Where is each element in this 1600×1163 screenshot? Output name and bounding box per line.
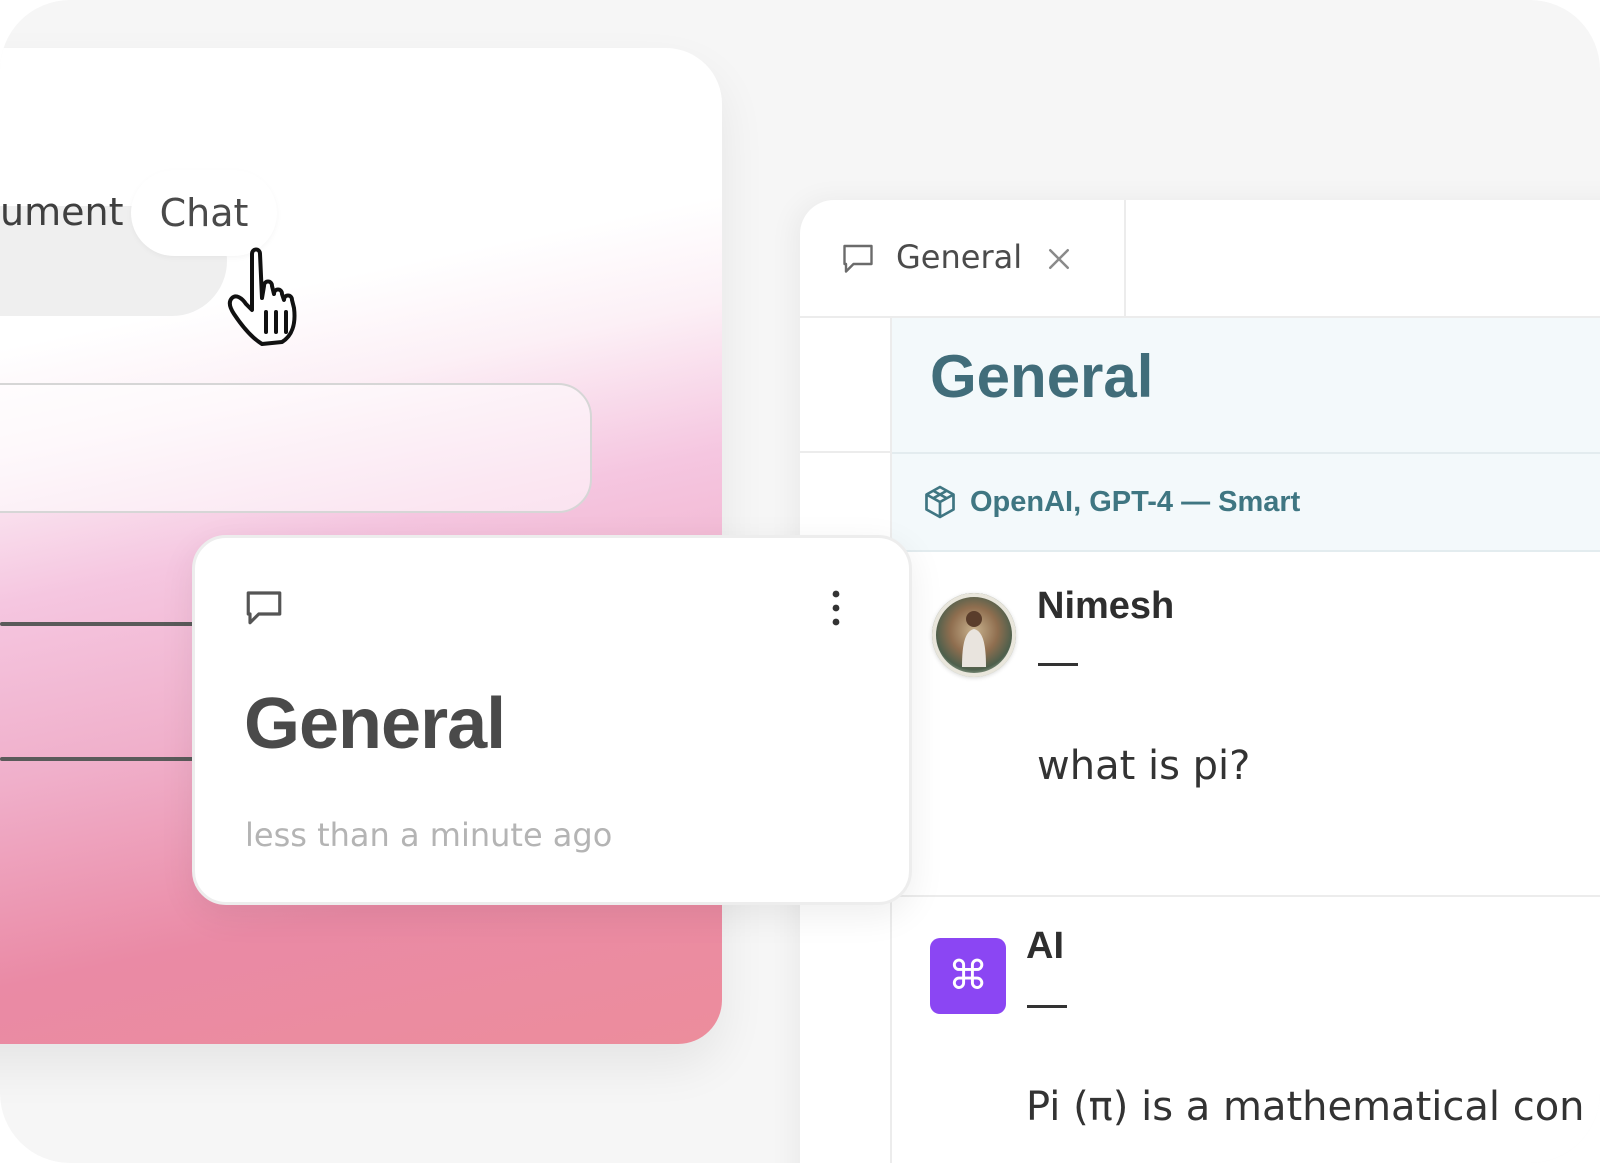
message-divider xyxy=(892,895,1600,897)
prompt-input[interactable] xyxy=(0,383,592,513)
model-selector[interactable]: OpenAI, GPT-4 — Smart xyxy=(892,454,1600,552)
divider xyxy=(800,451,892,453)
chat-panel: General General OpenAI, GPT-4 — Smart Ni… xyxy=(800,200,1600,1163)
divider xyxy=(0,757,200,761)
card-timestamp: less than a minute ago xyxy=(245,816,613,854)
message-dash xyxy=(1038,663,1078,666)
person-photo xyxy=(962,611,986,667)
message-author: Nimesh xyxy=(1037,585,1175,627)
hand-pointer-cursor-icon xyxy=(227,247,297,346)
tab-general[interactable]: General xyxy=(800,200,1126,316)
card-title: General xyxy=(244,684,506,764)
tab-label: General xyxy=(896,238,1023,276)
more-vertical-icon[interactable] xyxy=(825,586,847,630)
message-text: what is pi? xyxy=(1037,743,1251,789)
mode-tab-document[interactable]: ument xyxy=(0,190,123,234)
message-text: Pi (π) is a mathematical con xyxy=(1026,1084,1585,1130)
chat-bubble-icon xyxy=(843,244,873,273)
message-dash xyxy=(1027,1005,1067,1008)
cube-icon xyxy=(925,485,955,519)
mode-tab-chat[interactable]: Chat xyxy=(131,170,277,256)
avatar xyxy=(932,593,1016,677)
command-icon: ⌘ xyxy=(930,938,1006,1014)
chat-card[interactable]: General less than a minute ago xyxy=(192,535,912,905)
close-icon[interactable] xyxy=(1044,244,1074,274)
message-author: AI xyxy=(1026,925,1064,967)
tab-bar: General xyxy=(800,200,1600,318)
app-stage: ument Chat General General OpenAI, GPT-4… xyxy=(0,0,1600,1163)
model-label: OpenAI, GPT-4 — Smart xyxy=(970,486,1301,518)
chat-header: General xyxy=(892,318,1600,454)
divider xyxy=(0,622,200,626)
chat-bubble-icon xyxy=(246,591,282,625)
chat-title: General xyxy=(930,343,1154,410)
